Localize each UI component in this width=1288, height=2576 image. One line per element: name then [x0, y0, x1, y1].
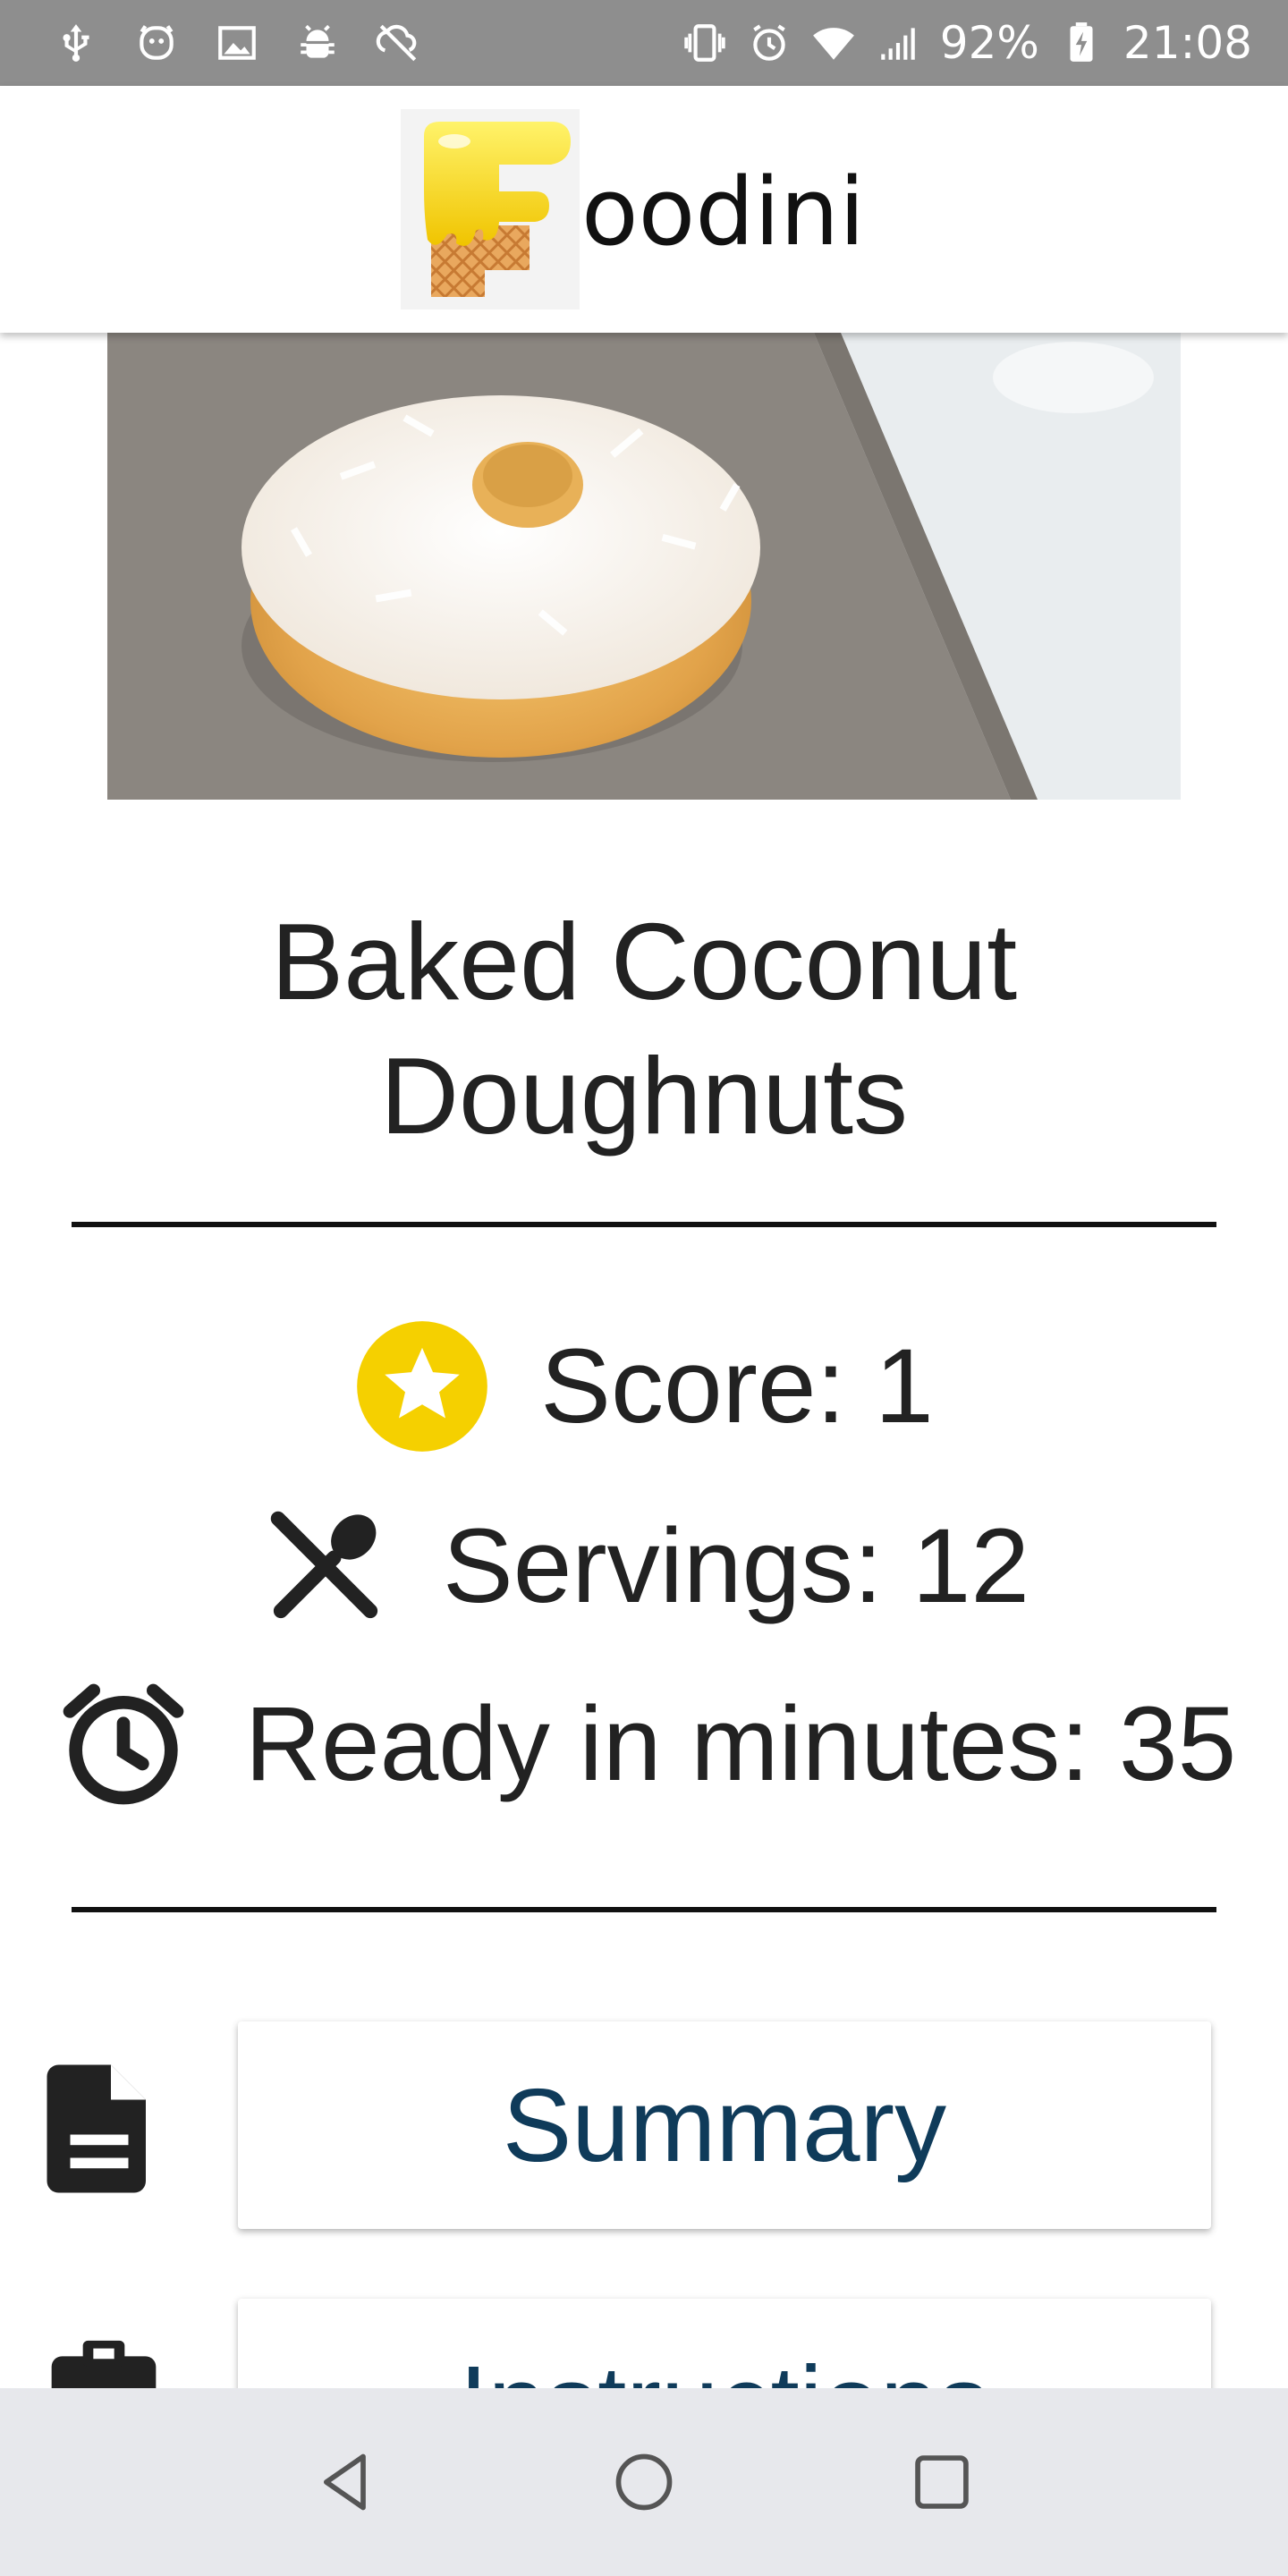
fork-spoon-icon	[258, 1499, 393, 1633]
divider-top	[72, 1222, 1216, 1227]
status-bar: 92% 21:08	[0, 0, 1288, 86]
app-bar: oodini	[0, 86, 1288, 333]
face-icon	[134, 21, 179, 65]
alarm-clock-icon	[52, 1673, 195, 1816]
app-name: oodini	[581, 157, 865, 267]
usb-icon	[54, 21, 98, 65]
servings-row: Servings: 12	[0, 1499, 1288, 1633]
ready-text: Ready in minutes: 35	[244, 1685, 1237, 1803]
home-icon[interactable]	[604, 2442, 684, 2522]
vibrate-icon	[682, 21, 727, 65]
status-right-icons: 92% 21:08	[682, 17, 1252, 69]
star-badge-icon	[354, 1318, 490, 1454]
servings-text: Servings: 12	[443, 1507, 1030, 1625]
ready-row: Ready in minutes: 35	[0, 1673, 1288, 1816]
battery-charging-icon	[1059, 21, 1104, 65]
recents-icon[interactable]	[902, 2442, 982, 2522]
recipe-screen: 92% 21:08 oodini Baked Coconut Doughnuts…	[0, 0, 1288, 2576]
divider-bottom	[72, 1907, 1216, 1912]
battery-percent: 92%	[939, 17, 1039, 69]
image-icon	[215, 21, 259, 65]
android-debug-icon	[295, 21, 340, 65]
navigation-bar	[0, 2388, 1288, 2576]
foodini-logo-icon	[401, 109, 580, 309]
summary-button[interactable]: Summary	[238, 2021, 1211, 2229]
clock: 21:08	[1123, 17, 1252, 69]
back-icon[interactable]	[306, 2442, 386, 2522]
wifi-icon	[811, 21, 856, 65]
score-row: Score: 1	[0, 1315, 1288, 1458]
alarm-icon	[747, 21, 792, 65]
recipe-image	[107, 333, 1181, 800]
recipe-title: Baked Coconut Doughnuts	[270, 901, 1018, 1157]
score-text: Score: 1	[540, 1327, 934, 1445]
section-summary: Summary	[0, 2021, 1288, 2236]
sync-off-icon	[376, 21, 420, 65]
signal-icon	[876, 21, 920, 65]
document-icon	[41, 2057, 157, 2205]
status-left-icons	[54, 21, 420, 65]
